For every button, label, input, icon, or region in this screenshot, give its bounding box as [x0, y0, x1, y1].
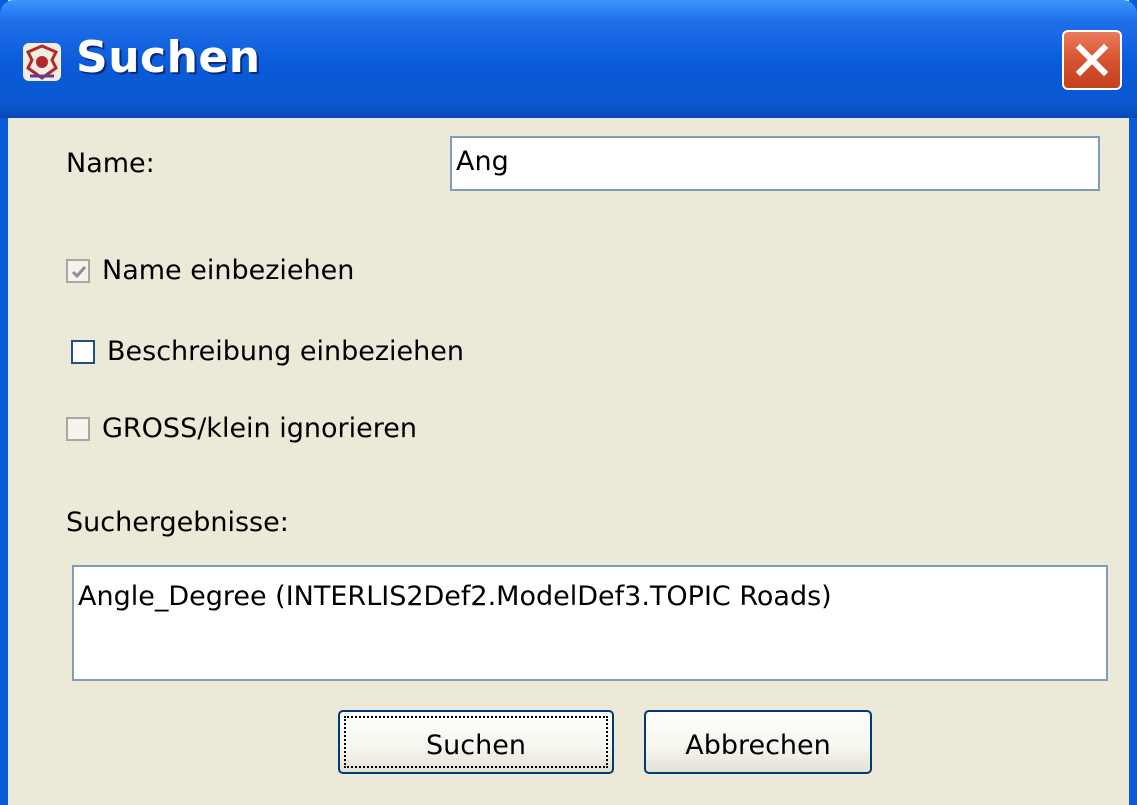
results-label: Suchergebnisse:: [66, 507, 289, 538]
name-include-checkbox[interactable]: [66, 258, 90, 283]
description-include-label: Beschreibung einbeziehen: [107, 336, 464, 367]
description-include-checkbox[interactable]: [71, 339, 95, 364]
window-title: Suchen: [76, 32, 261, 83]
search-button-label: Suchen: [426, 730, 526, 761]
checkmark-icon: [71, 265, 87, 278]
option-case-ignore[interactable]: GROSS/klein ignorieren: [66, 413, 417, 444]
name-include-label: Name einbeziehen: [102, 255, 355, 286]
cancel-button[interactable]: Abbrechen: [644, 710, 872, 774]
option-name-include[interactable]: Name einbeziehen: [66, 255, 354, 286]
title-bar[interactable]: Suchen: [0, 0, 1137, 118]
app-logo-icon: [22, 42, 62, 82]
name-label: Name:: [66, 148, 155, 179]
cancel-button-label: Abbrechen: [685, 730, 831, 761]
close-button[interactable]: [1062, 30, 1122, 90]
case-ignore-checkbox[interactable]: [66, 416, 90, 441]
name-input-value: Ang: [456, 146, 509, 177]
search-button[interactable]: Suchen: [338, 710, 614, 774]
case-ignore-label: GROSS/klein ignorieren: [102, 413, 417, 444]
list-item[interactable]: Angle_Degree (INTERLIS2Def2.ModelDef3.TO…: [78, 581, 832, 612]
search-dialog: Suchen Name: Ang Name einbeziehen Beschr…: [0, 0, 1137, 805]
option-description-include[interactable]: Beschreibung einbeziehen: [71, 336, 464, 367]
close-icon: [1064, 43, 1120, 92]
results-list[interactable]: Angle_Degree (INTERLIS2Def2.ModelDef3.TO…: [72, 565, 1108, 681]
name-input[interactable]: Ang: [450, 136, 1100, 191]
